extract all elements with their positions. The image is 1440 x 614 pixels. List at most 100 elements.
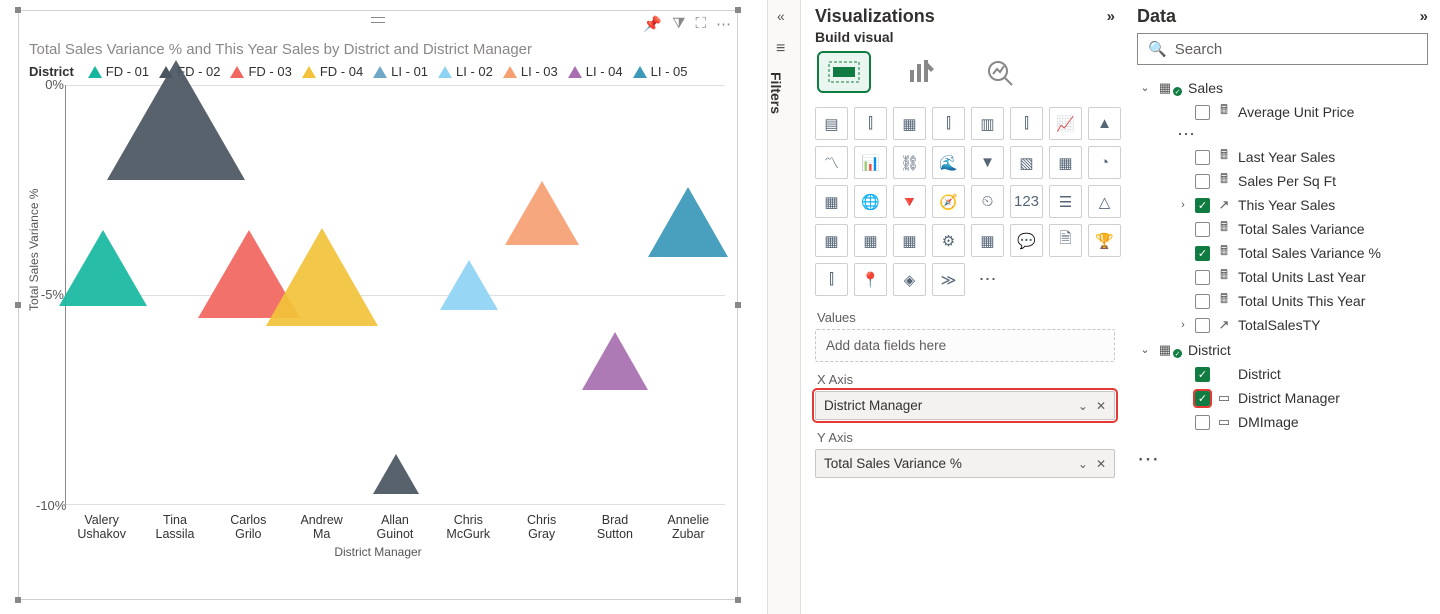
- chevron-down-icon[interactable]: ⌄: [1139, 81, 1151, 94]
- field-checkbox[interactable]: [1195, 174, 1210, 189]
- resize-handle[interactable]: [735, 597, 741, 603]
- focus-mode-icon[interactable]: ⛶: [695, 15, 706, 33]
- resize-handle[interactable]: [735, 302, 741, 308]
- expand-icon[interactable]: «: [777, 8, 785, 24]
- viz-type-button[interactable]: ⫿: [854, 107, 887, 140]
- legend-item[interactable]: LI - 03: [503, 64, 558, 79]
- field-checkbox[interactable]: [1195, 222, 1210, 237]
- viz-type-button[interactable]: 💬: [1010, 224, 1043, 257]
- legend-item[interactable]: LI - 02: [438, 64, 493, 79]
- viz-type-button[interactable]: ◈: [893, 263, 926, 296]
- more-options-icon[interactable]: ⋯: [1137, 124, 1428, 145]
- viz-type-button[interactable]: △: [1088, 185, 1121, 218]
- field-row[interactable]: ▭DMImage: [1137, 410, 1428, 434]
- remove-field-icon[interactable]: ✕: [1096, 457, 1106, 471]
- viz-type-button[interactable]: ▲: [1088, 107, 1121, 140]
- viz-type-button[interactable]: 📊: [854, 146, 887, 179]
- xaxis-field-pill[interactable]: District Manager ⌄✕: [815, 391, 1115, 420]
- resize-handle[interactable]: [15, 302, 21, 308]
- legend-item[interactable]: LI - 04: [568, 64, 623, 79]
- viz-type-button[interactable]: ◔: [1088, 146, 1121, 179]
- format-visual-tab[interactable]: [895, 51, 949, 93]
- field-checkbox[interactable]: [1195, 150, 1210, 165]
- viz-type-button[interactable]: ≫: [932, 263, 965, 296]
- field-row[interactable]: ▭District Manager: [1137, 386, 1428, 410]
- field-row[interactable]: ›↗This Year Sales: [1137, 193, 1428, 217]
- data-point[interactable]: [266, 228, 378, 326]
- field-checkbox[interactable]: [1195, 294, 1210, 309]
- remove-field-icon[interactable]: ✕: [1096, 399, 1106, 413]
- data-point[interactable]: [505, 181, 579, 245]
- viz-type-button[interactable]: ▥: [971, 107, 1004, 140]
- field-checkbox[interactable]: [1195, 198, 1210, 213]
- scatter-visual-frame[interactable]: 📌 ⧩ ⛶ ⋯ Total Sales Variance % and This …: [18, 10, 738, 600]
- viz-type-button[interactable]: 123: [1010, 185, 1043, 218]
- resize-handle[interactable]: [15, 597, 21, 603]
- field-checkbox[interactable]: [1195, 367, 1210, 382]
- visual-drag-grip[interactable]: [371, 17, 385, 23]
- viz-type-button[interactable]: 〽: [815, 146, 848, 179]
- field-row[interactable]: 🖩Sales Per Sq Ft: [1137, 169, 1428, 193]
- analytics-tab[interactable]: [973, 51, 1027, 93]
- search-input[interactable]: 🔍 Search: [1137, 33, 1428, 65]
- chevron-down-icon[interactable]: ⌄: [1139, 343, 1151, 356]
- viz-type-button[interactable]: 🌐: [854, 185, 887, 218]
- field-checkbox[interactable]: [1195, 391, 1210, 406]
- viz-type-button[interactable]: 🏆: [1088, 224, 1121, 257]
- viz-type-button[interactable]: ▦: [815, 224, 848, 257]
- collapse-icon[interactable]: »: [1420, 8, 1428, 25]
- field-checkbox[interactable]: [1195, 246, 1210, 261]
- viz-type-button[interactable]: 📍: [854, 263, 887, 296]
- viz-type-button[interactable]: ▦: [1049, 146, 1082, 179]
- data-point[interactable]: [59, 230, 147, 306]
- field-checkbox[interactable]: [1195, 415, 1210, 430]
- collapse-icon[interactable]: »: [1107, 8, 1115, 25]
- viz-type-button[interactable]: ⫿: [1010, 107, 1043, 140]
- more-options-icon[interactable]: ⋯: [716, 15, 731, 33]
- field-checkbox[interactable]: [1195, 318, 1210, 333]
- data-point[interactable]: [373, 454, 419, 494]
- legend-item[interactable]: FD - 04: [302, 64, 363, 79]
- field-row[interactable]: 🖩Last Year Sales: [1137, 145, 1428, 169]
- field-row[interactable]: 🖩Total Units Last Year: [1137, 265, 1428, 289]
- field-row[interactable]: ›↗TotalSalesTY: [1137, 313, 1428, 337]
- field-row[interactable]: 🖩Total Units This Year: [1137, 289, 1428, 313]
- more-options-icon[interactable]: ⋯: [1137, 446, 1428, 472]
- viz-type-button[interactable]: ⋯: [971, 263, 1004, 296]
- yaxis-field-pill[interactable]: Total Sales Variance % ⌄✕: [815, 449, 1115, 478]
- data-point[interactable]: [648, 187, 728, 257]
- table-row[interactable]: ⌄▦✓Sales: [1137, 75, 1428, 100]
- viz-type-button[interactable]: 🌊: [932, 146, 965, 179]
- viz-type-button[interactable]: ▧: [1010, 146, 1043, 179]
- legend-item[interactable]: LI - 01: [373, 64, 428, 79]
- field-row[interactable]: District: [1137, 362, 1428, 386]
- legend-item[interactable]: LI - 05: [633, 64, 688, 79]
- field-checkbox[interactable]: [1195, 105, 1210, 120]
- viz-type-button[interactable]: ⫿: [932, 107, 965, 140]
- viz-type-button[interactable]: ☰: [1049, 185, 1082, 218]
- data-point[interactable]: [440, 260, 498, 310]
- field-row[interactable]: 🖩Average Unit Price: [1137, 100, 1428, 124]
- viz-type-button[interactable]: 📈: [1049, 107, 1082, 140]
- build-visual-tab[interactable]: [817, 51, 871, 93]
- filters-pane-collapsed[interactable]: « ≡ Filters: [767, 0, 801, 614]
- viz-type-button[interactable]: 🗎: [1049, 224, 1082, 257]
- field-checkbox[interactable]: [1195, 270, 1210, 285]
- chevron-down-icon[interactable]: ⌄: [1078, 399, 1088, 413]
- pin-icon[interactable]: 📌: [643, 15, 662, 33]
- viz-type-button[interactable]: ▼: [971, 146, 1004, 179]
- field-row[interactable]: 🖩Total Sales Variance %: [1137, 241, 1428, 265]
- values-well[interactable]: Add data fields here: [815, 329, 1115, 362]
- field-row[interactable]: 🖩Total Sales Variance: [1137, 217, 1428, 241]
- chart-plot-area[interactable]: 0% -5% -10%: [65, 85, 725, 505]
- chevron-down-icon[interactable]: ⌄: [1078, 457, 1088, 471]
- viz-type-button[interactable]: ⏲: [971, 185, 1004, 218]
- viz-type-button[interactable]: 🔻: [893, 185, 926, 218]
- data-point[interactable]: [107, 60, 245, 180]
- viz-type-button[interactable]: 🧭: [932, 185, 965, 218]
- viz-type-button[interactable]: ⛓: [893, 146, 926, 179]
- viz-type-button[interactable]: ▦: [893, 107, 926, 140]
- viz-type-button[interactable]: ▦: [854, 224, 887, 257]
- viz-type-button[interactable]: ⫿: [815, 263, 848, 296]
- viz-type-button[interactable]: ▦: [893, 224, 926, 257]
